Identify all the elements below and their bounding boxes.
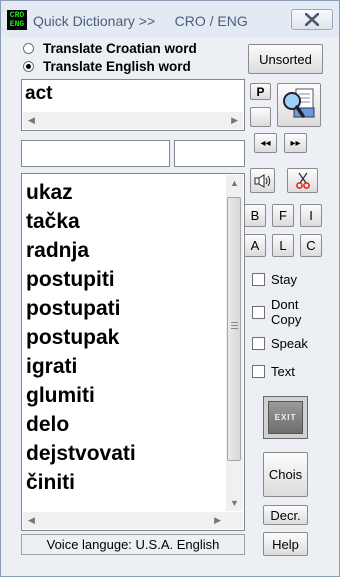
list-item[interactable]: delo (26, 410, 136, 439)
results-list[interactable]: ukaz tačka radnja postupiti postupati po… (21, 173, 245, 531)
list-item[interactable]: glumiti (26, 381, 136, 410)
scroll-up-icon[interactable]: ▲ (230, 178, 239, 188)
f-button[interactable]: F (272, 204, 294, 227)
speaker-button[interactable] (250, 168, 275, 193)
word-input-hscrollbar[interactable]: ◀ ▶ (23, 112, 243, 129)
title-bar: CRO ENG Quick Dictionary >> CRO / ENG (1, 1, 339, 37)
b-button[interactable]: B (244, 204, 266, 227)
l-button-label: L (279, 238, 287, 253)
i-button[interactable]: I (300, 204, 322, 227)
app-window: CRO ENG Quick Dictionary >> CRO / ENG Tr… (0, 0, 340, 577)
p-button[interactable]: P (250, 83, 271, 100)
word-input[interactable]: act ◀ ▶ (21, 79, 245, 131)
list-item[interactable]: postupati (26, 294, 136, 323)
extra-field-right[interactable] (174, 140, 245, 167)
list-item[interactable]: ukaz (26, 178, 136, 207)
decr-button-label: Decr. (270, 507, 301, 523)
dont-copy-checkbox-box[interactable] (252, 306, 265, 319)
stay-checkbox[interactable]: Stay (252, 272, 297, 287)
radio-translate-croatian[interactable]: Translate Croatian word (23, 40, 197, 56)
text-checkbox[interactable]: Text (252, 364, 295, 379)
cut-button[interactable] (287, 168, 318, 193)
speak-checkbox-label: Speak (271, 336, 308, 351)
list-item[interactable]: postupiti (26, 265, 136, 294)
exit-button[interactable]: EXIT (263, 396, 308, 439)
dont-copy-checkbox[interactable]: Dont Copy (252, 297, 301, 327)
close-icon (305, 13, 319, 26)
list-item[interactable]: dejstvovati (26, 439, 136, 468)
unsorted-button[interactable]: Unsorted (248, 44, 323, 74)
close-button[interactable] (291, 9, 333, 30)
scroll-thumb[interactable] (227, 197, 241, 461)
prev-button[interactable]: ◂◂ (254, 133, 277, 153)
rewind-icon: ◂◂ (260, 137, 271, 149)
radio-circle[interactable] (23, 42, 34, 54)
a-button-label: A (250, 238, 260, 253)
app-icon-top: CRO (9, 11, 25, 20)
help-button[interactable]: Help (263, 532, 308, 556)
chois-button[interactable]: Chois (263, 452, 308, 497)
speak-checkbox[interactable]: Speak (252, 336, 308, 351)
list-item[interactable]: radnja (26, 236, 136, 265)
app-icon-bottom: ENG (9, 20, 25, 29)
speaker-icon (254, 173, 270, 188)
list-item[interactable]: postupak (26, 323, 136, 352)
a-button[interactable]: A (244, 234, 266, 257)
c-button[interactable]: C (300, 234, 322, 257)
unsorted-button-label: Unsorted (259, 51, 312, 67)
exit-button-label: EXIT (274, 413, 297, 422)
text-checkbox-label: Text (271, 364, 295, 379)
scroll-right-icon[interactable]: ▶ (214, 515, 221, 526)
stay-checkbox-label: Stay (271, 272, 298, 287)
scroll-right-icon[interactable]: ▶ (231, 115, 238, 126)
word-input-value[interactable]: act (25, 83, 52, 105)
scroll-down-icon[interactable]: ▼ (230, 498, 239, 508)
scroll-left-icon[interactable]: ◀ (28, 115, 35, 126)
grip-icon (231, 322, 238, 323)
l-button[interactable]: L (272, 234, 294, 257)
dont-copy-checkbox-label: Dont Copy (271, 297, 301, 327)
help-button-label: Help (272, 536, 299, 552)
dont-copy-label-line1: Dont (271, 297, 299, 312)
radio-label-croatian: Translate Croatian word (43, 40, 197, 56)
scroll-left-icon[interactable]: ◀ (28, 515, 35, 526)
voice-status: Voice languge: U.S.A. English (21, 534, 245, 555)
extra-field-left[interactable] (21, 140, 170, 167)
list-item[interactable]: tačka (26, 207, 136, 236)
blank-small-button[interactable] (250, 107, 271, 127)
fast-forward-icon: ▸▸ (290, 137, 301, 149)
b-button-label: B (250, 208, 260, 223)
search-button[interactable] (277, 83, 321, 127)
p-button-label: P (256, 84, 265, 99)
stay-checkbox-box[interactable] (252, 273, 265, 286)
decr-button[interactable]: Decr. (263, 505, 308, 525)
text-checkbox-box[interactable] (252, 365, 265, 378)
window-title: Quick Dictionary >> CRO / ENG (33, 13, 248, 29)
c-button-label: C (306, 238, 316, 253)
app-icon: CRO ENG (7, 10, 27, 30)
scissors-icon (295, 172, 310, 189)
chois-button-label: Chois (268, 467, 303, 482)
results-vscrollbar[interactable]: ▲ ▼ (226, 175, 243, 511)
dont-copy-label-line2: Copy (271, 312, 302, 327)
radio-label-english: Translate English word (43, 58, 191, 74)
results-hscrollbar[interactable]: ◀ ▶ (23, 512, 243, 529)
magnifier-document-icon (283, 88, 315, 118)
next-button[interactable]: ▸▸ (284, 133, 307, 153)
radio-translate-english[interactable]: Translate English word (23, 58, 191, 74)
exit-button-face[interactable]: EXIT (268, 401, 303, 434)
speak-checkbox-box[interactable] (252, 337, 265, 350)
list-item[interactable]: činiti (26, 468, 136, 497)
i-button-label: I (309, 208, 313, 223)
radio-circle-selected[interactable] (23, 60, 34, 72)
f-button-label: F (279, 208, 287, 223)
list-item[interactable]: igrati (26, 352, 136, 381)
